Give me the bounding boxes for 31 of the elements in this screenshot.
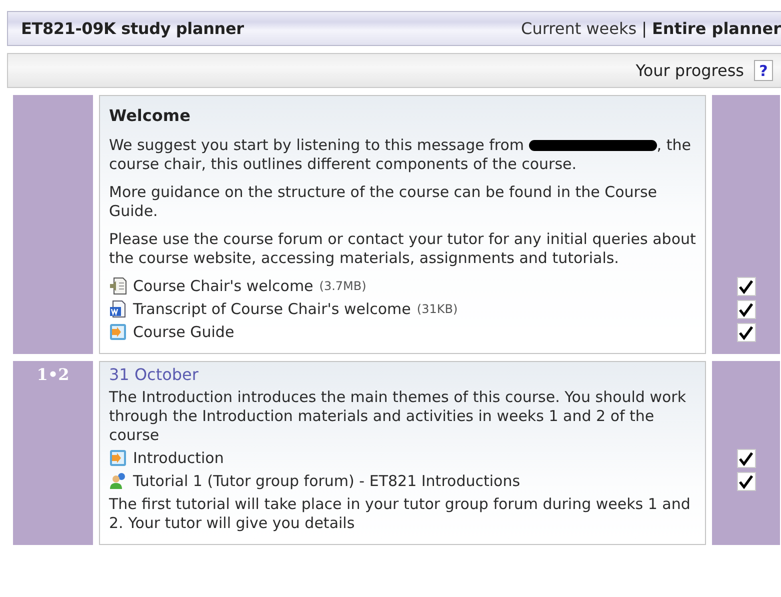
- course-guide-icon: [109, 449, 127, 467]
- file-size: (31KB): [416, 302, 458, 316]
- checkbox[interactable]: [736, 300, 756, 319]
- help-button[interactable]: ?: [754, 60, 773, 81]
- checkbox[interactable]: [736, 449, 756, 468]
- resource-link[interactable]: Course Guide: [133, 323, 234, 341]
- file-size: (3.7MB): [319, 279, 366, 293]
- progress-link[interactable]: Your progress: [636, 61, 744, 80]
- section-title: Welcome: [108, 105, 192, 127]
- paragraph: More guidance on the structure of the course can be found in the Course Guide.: [108, 183, 658, 222]
- paragraph: Please use the course forum or contact your tutor for any initial queries about the course website, accessing materials, assignments and tutorials.: [108, 230, 697, 269]
- word-document-icon: [109, 300, 127, 318]
- resource-link[interactable]: Course Chair's welcome: [133, 277, 314, 295]
- resource-link[interactable]: Tutorial 1 (Tutor group forum) - ET821 Introductions: [133, 472, 520, 490]
- section-title: 31 October: [108, 364, 200, 386]
- checkbox[interactable]: [736, 277, 756, 296]
- paragraph: The Introduction introduces the main themes of this course. You should work through the Introduction materials and activities in weeks 1 and 2 of the course: [108, 388, 688, 446]
- resource-link[interactable]: Transcript of Course Chair's welcome: [133, 300, 411, 318]
- checkbox[interactable]: [736, 323, 756, 342]
- view-link[interactable]: Entire planner: [652, 19, 781, 38]
- week-label: 1•2: [13, 361, 93, 545]
- planner-title: ET821-09K study planner: [21, 19, 244, 38]
- separator: |: [642, 19, 647, 38]
- paragraph: The first tutorial will take place in your tutor group forum during weeks 1 and 2. Your tutor will give you details: [108, 495, 692, 534]
- course-guide-icon: [109, 323, 127, 341]
- view-link[interactable]: Current weeks: [521, 19, 637, 38]
- resource-link[interactable]: Introduction: [133, 449, 224, 467]
- checkbox[interactable]: [736, 472, 756, 491]
- forum-user-icon: [109, 472, 127, 490]
- paragraph: We suggest you start by listening to this message from , the course chair, this outlines different components of the course.: [108, 136, 692, 175]
- audio-document-icon: [109, 277, 127, 295]
